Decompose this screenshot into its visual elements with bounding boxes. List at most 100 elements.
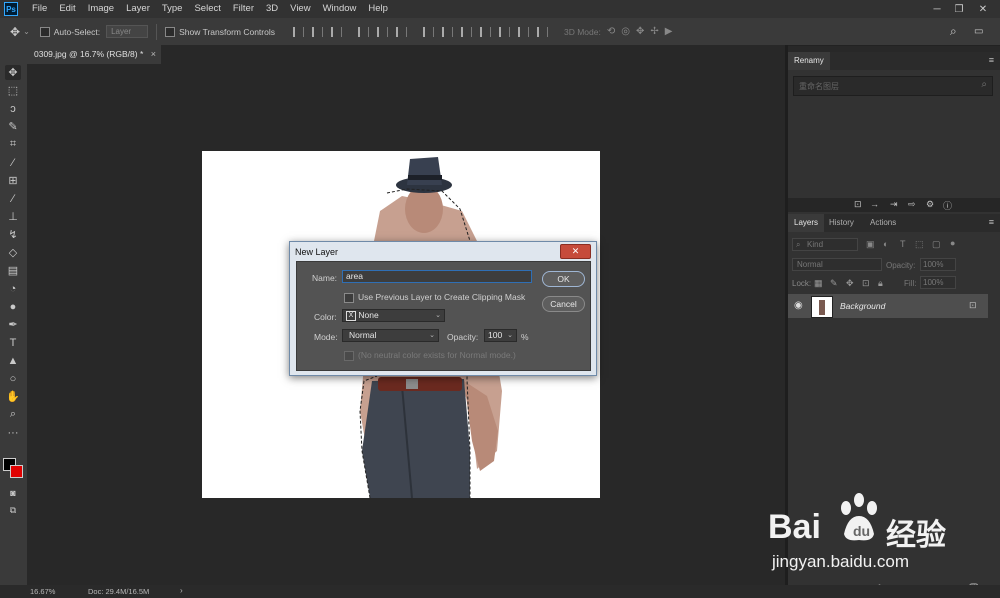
- eraser-tool-icon[interactable]: ◇: [5, 245, 21, 260]
- quick-mask-icon[interactable]: ◙: [5, 485, 21, 500]
- share-icon[interactable]: ⇥: [890, 199, 898, 210]
- opacity-input[interactable]: 100 ⌄: [484, 329, 517, 342]
- layer-row-background[interactable]: ◉ Background ⊡: [788, 294, 988, 318]
- move-tool-icon[interactable]: ✥: [5, 65, 21, 80]
- menu-help[interactable]: Help: [362, 0, 394, 18]
- chevron-right-icon[interactable]: ›: [180, 586, 183, 595]
- blend-mode-select[interactable]: Normal: [792, 258, 882, 271]
- filter-adjust-icon[interactable]: ◐: [883, 239, 888, 249]
- move-tool-icon[interactable]: ✥: [10, 25, 20, 39]
- align-right-icon[interactable]: [396, 26, 407, 37]
- type-tool-icon[interactable]: T: [5, 335, 21, 350]
- workspace-icon[interactable]: ▭: [974, 26, 983, 37]
- path-select-tool-icon[interactable]: ▲: [5, 353, 21, 368]
- restore-button[interactable]: ❐: [948, 0, 970, 18]
- search-icon[interactable]: ⌕: [950, 24, 957, 39]
- more-tools-icon[interactable]: ···: [5, 425, 21, 440]
- menu-view[interactable]: View: [284, 0, 316, 18]
- healing-tool-icon[interactable]: ⊞: [5, 173, 21, 188]
- dodge-tool-icon[interactable]: ●: [5, 299, 21, 314]
- arrow-icon[interactable]: →: [870, 199, 879, 209]
- menu-select[interactable]: Select: [188, 0, 226, 18]
- filter-type-icon[interactable]: T: [900, 239, 906, 249]
- lasso-tool-icon[interactable]: ↄ: [5, 101, 21, 116]
- lock-transparent-icon[interactable]: ▦: [814, 278, 823, 289]
- plugin-icon[interactable]: ⇨: [908, 199, 916, 210]
- menu-window[interactable]: Window: [317, 0, 363, 18]
- menu-layer[interactable]: Layer: [120, 0, 156, 18]
- menu-image[interactable]: Image: [82, 0, 120, 18]
- filter-smart-icon[interactable]: ▢: [932, 239, 941, 250]
- ok-button[interactable]: OK: [542, 271, 585, 287]
- adjust-icon[interactable]: ⊡: [854, 199, 862, 210]
- close-tab-icon[interactable]: ×: [151, 45, 156, 64]
- 3d-mode-icons[interactable]: ⟲◎✥✢▶: [607, 26, 679, 37]
- shape-tool-icon[interactable]: ○: [5, 371, 21, 386]
- distribute-right-icon[interactable]: [518, 26, 529, 37]
- filter-toggle-icon[interactable]: ●: [950, 238, 955, 248]
- distribute-left-icon[interactable]: [480, 26, 491, 37]
- menu-filter[interactable]: Filter: [227, 0, 260, 18]
- pen-tool-icon[interactable]: ✒: [5, 317, 21, 332]
- filter-pixel-icon[interactable]: ▣: [866, 239, 875, 250]
- align-top-icon[interactable]: [293, 26, 304, 37]
- menu-3d[interactable]: 3D: [260, 0, 284, 18]
- gradient-tool-icon[interactable]: ▤: [5, 263, 21, 278]
- panel-menu-icon[interactable]: ≡: [989, 217, 994, 227]
- menu-file[interactable]: File: [26, 0, 53, 18]
- background-color-swatch[interactable]: [10, 465, 23, 478]
- color-select[interactable]: X None ⌄: [342, 309, 445, 322]
- panel-menu-icon[interactable]: ≡: [989, 55, 994, 65]
- layer-opacity-input[interactable]: 100%: [920, 258, 956, 271]
- auto-select-checkbox[interactable]: [39, 26, 50, 37]
- tab-renamy[interactable]: Renamy: [788, 52, 830, 70]
- lock-position-icon[interactable]: ✥: [846, 278, 854, 289]
- stamp-tool-icon[interactable]: ⊥: [5, 209, 21, 224]
- distribute-hcenter-icon[interactable]: [499, 26, 510, 37]
- distribute-vcenter-icon[interactable]: [442, 26, 453, 37]
- brush-tool-icon[interactable]: ∕: [5, 191, 21, 206]
- tab-layers[interactable]: Layers: [788, 214, 825, 232]
- eye-icon[interactable]: ◉: [794, 300, 803, 311]
- lock-pixels-icon[interactable]: ✎: [830, 278, 838, 289]
- magic-wand-tool-icon[interactable]: ✎: [5, 119, 21, 134]
- marquee-tool-icon[interactable]: ⬚: [5, 83, 21, 98]
- eyedropper-tool-icon[interactable]: ⁄: [5, 155, 21, 170]
- menu-edit[interactable]: Edit: [53, 0, 81, 18]
- close-window-button[interactable]: ✕: [972, 0, 994, 18]
- chevron-down-icon[interactable]: ⌄: [23, 27, 30, 36]
- clipping-mask-checkbox[interactable]: [344, 293, 354, 303]
- align-left-icon[interactable]: [358, 26, 369, 37]
- show-transform-checkbox[interactable]: [165, 26, 176, 37]
- minimize-button[interactable]: ─: [926, 0, 948, 18]
- gear-icon[interactable]: ⚙: [926, 199, 934, 210]
- lock-artboard-icon[interactable]: ⊡: [862, 278, 870, 289]
- close-dialog-button[interactable]: ✕: [560, 244, 591, 259]
- document-tab[interactable]: 0309.jpg @ 16.7% (RGB/8) * ×: [27, 45, 161, 64]
- tab-actions[interactable]: Actions: [864, 214, 902, 232]
- menu-type[interactable]: Type: [156, 0, 189, 18]
- align-vcenter-icon[interactable]: [312, 26, 323, 37]
- info-icon[interactable]: ⓘ: [943, 199, 952, 212]
- mode-select[interactable]: Normal ⌄: [342, 329, 439, 342]
- screen-mode-icon[interactable]: ⧉: [5, 503, 21, 518]
- tab-history[interactable]: History: [823, 214, 860, 232]
- crop-tool-icon[interactable]: ⌗: [5, 137, 21, 152]
- hand-tool-icon[interactable]: ✋: [5, 389, 21, 404]
- history-brush-tool-icon[interactable]: ↯: [5, 227, 21, 242]
- distribute-bottom-icon[interactable]: [461, 26, 472, 37]
- auto-align-icon[interactable]: [537, 26, 548, 37]
- zoom-level[interactable]: 16.67%: [30, 587, 55, 596]
- align-bottom-icon[interactable]: [331, 26, 342, 37]
- name-input[interactable]: area: [342, 270, 532, 283]
- distribute-top-icon[interactable]: [423, 26, 434, 37]
- layer-name[interactable]: Background: [840, 301, 885, 311]
- kind-filter-select[interactable]: ⌕ Kind: [792, 238, 858, 251]
- lock-all-icon[interactable]: 🔒︎: [878, 278, 883, 289]
- renamy-search-input[interactable]: 重命名图层: [799, 81, 839, 92]
- cancel-button[interactable]: Cancel: [542, 296, 585, 312]
- zoom-tool-icon[interactable]: ⌕: [5, 407, 21, 422]
- auto-select-dropdown[interactable]: Layer: [106, 25, 149, 38]
- align-hcenter-icon[interactable]: [377, 26, 388, 37]
- search-icon[interactable]: ⌕: [981, 79, 987, 90]
